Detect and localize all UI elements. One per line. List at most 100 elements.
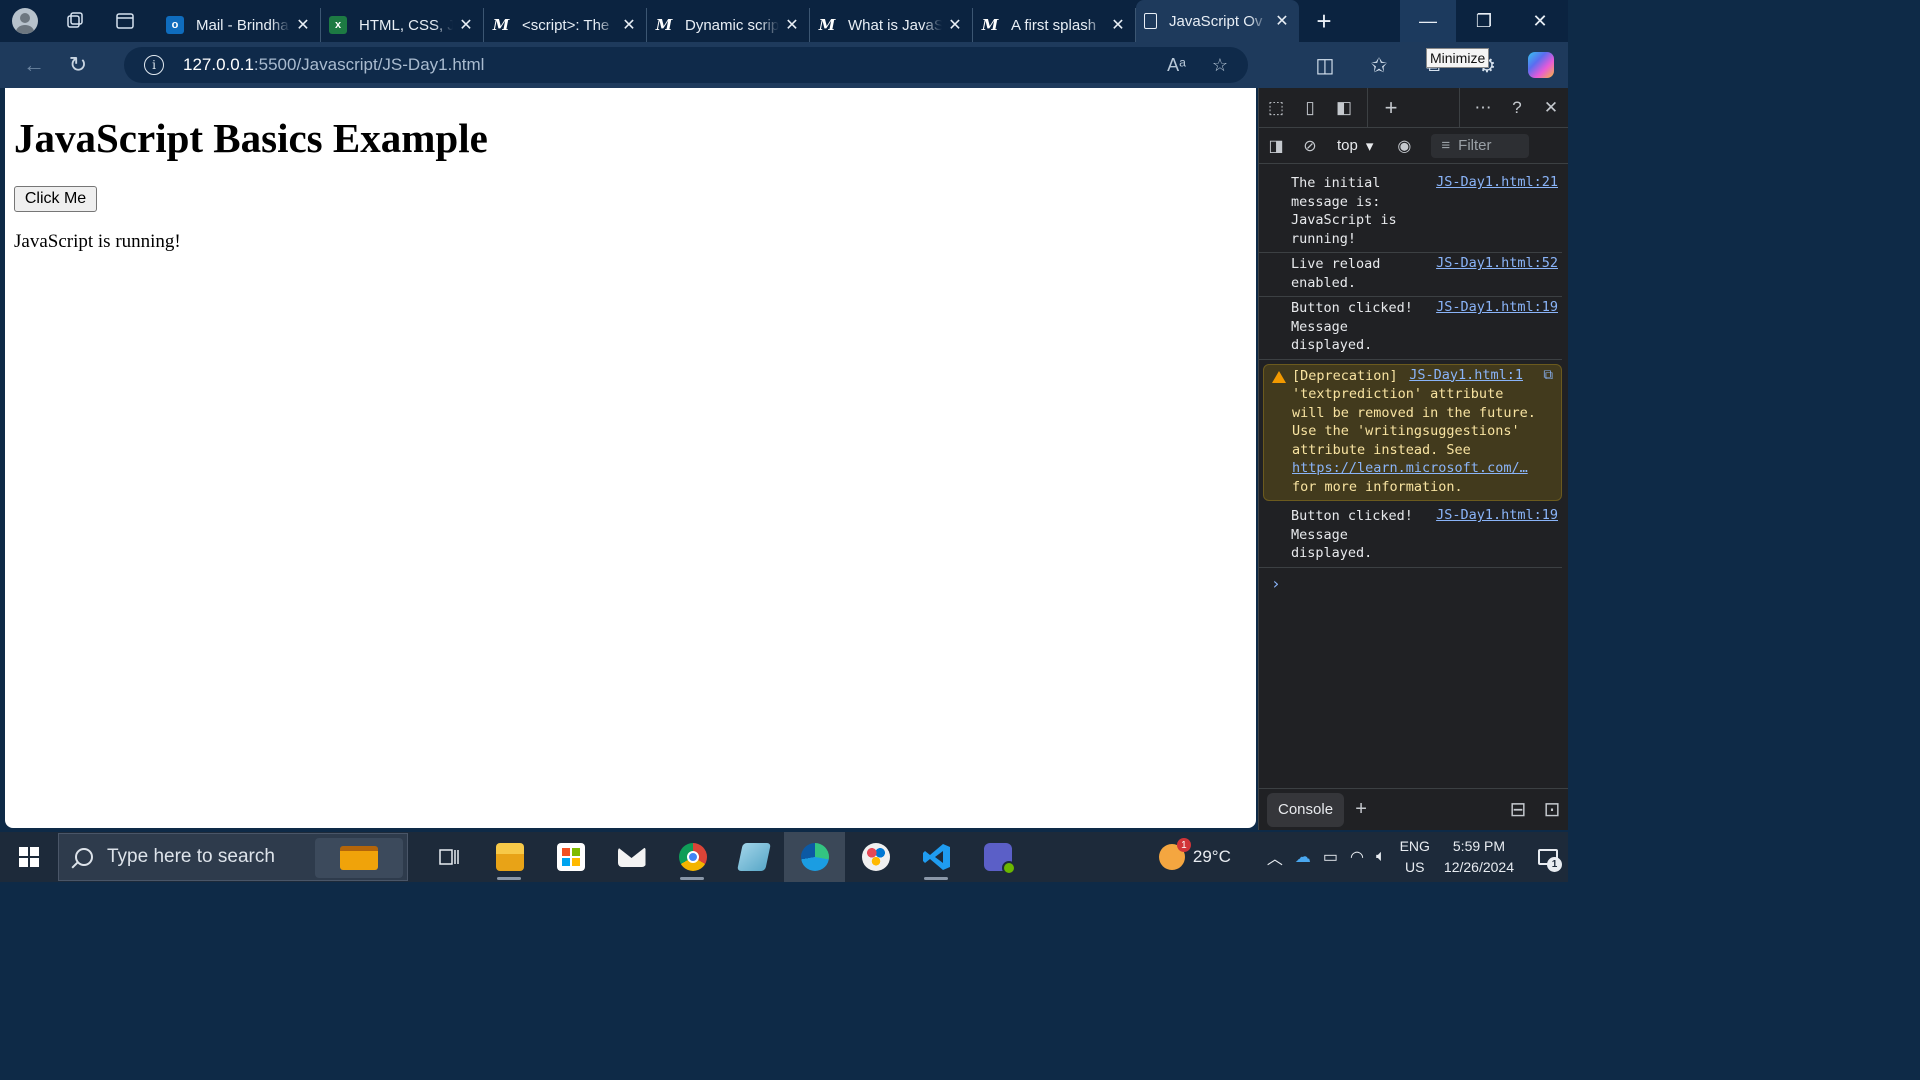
- warning-tail: for more information.: [1292, 478, 1463, 495]
- tab-actions-icon[interactable]: [100, 0, 150, 42]
- tab-mail[interactable]: o Mail - Brindha ✕: [158, 8, 321, 42]
- close-icon[interactable]: ✕: [1109, 15, 1127, 35]
- minimize-tooltip: Minimize: [1426, 48, 1490, 68]
- browser-tab-bar: o Mail - Brindha ✕ x HTML, CSS, Ja ✕ M <…: [0, 0, 1568, 42]
- tab-html-css[interactable]: x HTML, CSS, Ja ✕: [321, 8, 484, 42]
- address-toolbar: ← ↻ i 127.0.0.1:5500/Javascript/JS-Day1.…: [0, 42, 1568, 88]
- mail-icon[interactable]: [601, 832, 662, 882]
- click-me-button[interactable]: Click Me: [14, 186, 97, 212]
- clock[interactable]: 5:59 PM 12/26/2024: [1444, 836, 1514, 878]
- url-host: 127.0.0.1: [183, 55, 254, 74]
- copilot-icon[interactable]: [1514, 42, 1568, 88]
- log-source-link[interactable]: JS-Day1.html:1: [1401, 366, 1523, 383]
- search-highlight-icon[interactable]: [315, 838, 403, 878]
- url-text: 127.0.0.1:5500/Javascript/JS-Day1.html: [183, 55, 484, 75]
- log-source-link[interactable]: JS-Day1.html:52: [1428, 255, 1558, 271]
- log-source-link[interactable]: JS-Day1.html:21: [1428, 174, 1558, 190]
- new-tab-button[interactable]: +: [1299, 0, 1349, 42]
- window-close-button[interactable]: ✕: [1512, 0, 1568, 42]
- add-drawer-tool-icon[interactable]: +: [1344, 789, 1378, 831]
- log-source-link[interactable]: JS-Day1.html:19: [1428, 299, 1558, 315]
- copilot-explain-icon[interactable]: ⧉: [1543, 367, 1553, 383]
- start-button[interactable]: [0, 832, 58, 882]
- tab-dynamic-scripts[interactable]: M Dynamic scrip ✕: [647, 8, 810, 42]
- close-icon[interactable]: ✕: [783, 15, 801, 35]
- notes-icon[interactable]: [723, 832, 784, 882]
- log-source-link[interactable]: JS-Day1.html:19: [1428, 507, 1558, 523]
- filter-icon: ≡: [1441, 137, 1451, 154]
- more-options-icon[interactable]: ⋯: [1466, 88, 1500, 128]
- tab-title: A first splash: [1011, 16, 1097, 34]
- taskbar-search[interactable]: Type here to search: [58, 833, 408, 881]
- lang-bottom: US: [1405, 859, 1425, 875]
- clear-console-icon[interactable]: ⊘: [1293, 128, 1327, 164]
- dropdown-arrow-icon: ▾: [1365, 137, 1374, 155]
- language-indicator[interactable]: ENG US: [1400, 836, 1430, 878]
- console-filter-bar: ◨ ⊘ top ▾ ◉ ≡ Filter: [1259, 128, 1568, 164]
- microsoft-store-icon[interactable]: [540, 832, 601, 882]
- sidebar-toggle-icon[interactable]: ◨: [1259, 128, 1293, 164]
- tab-title: Dynamic scrip: [685, 16, 779, 34]
- console-prompt-icon[interactable]: ›: [1259, 568, 1568, 593]
- refresh-button[interactable]: ↻: [56, 42, 100, 88]
- tab-title: JavaScript Ov: [1169, 12, 1263, 30]
- volume-icon[interactable]: 🔈︎: [1376, 848, 1386, 866]
- context-selector[interactable]: top ▾: [1337, 137, 1373, 155]
- file-explorer-icon[interactable]: [479, 832, 540, 882]
- warning-link[interactable]: https://learn.microsoft.com/…: [1292, 460, 1528, 476]
- tab-what-is-javascript[interactable]: M What is JavaS ✕: [810, 8, 973, 42]
- close-icon[interactable]: ✕: [1273, 11, 1291, 31]
- task-view-icon[interactable]: [418, 832, 479, 882]
- devtools-toolbar: ⬚ ▯ ◧ + ⋯ ? ✕: [1259, 87, 1568, 128]
- drawer-collapse-icon[interactable]: ⊡: [1535, 789, 1568, 831]
- back-button[interactable]: ←: [12, 42, 56, 88]
- profile-avatar[interactable]: [0, 0, 50, 42]
- tab-title: What is JavaS: [848, 16, 942, 34]
- help-icon[interactable]: ?: [1500, 88, 1534, 128]
- device-emulation-icon[interactable]: ▯: [1293, 88, 1327, 128]
- mdn-icon: M: [818, 16, 836, 34]
- notification-center-icon[interactable]: 1: [1528, 832, 1568, 882]
- close-icon[interactable]: ✕: [946, 15, 964, 35]
- restore-button[interactable]: ❐: [1456, 0, 1512, 42]
- search-icon: [75, 848, 93, 866]
- url-path: :5500/Javascript/JS-Day1.html: [253, 55, 485, 74]
- tab-javascript-overview[interactable]: JavaScript Ov ✕: [1136, 0, 1299, 42]
- close-devtools-icon[interactable]: ✕: [1534, 88, 1568, 128]
- paint-icon[interactable]: [845, 832, 906, 882]
- vscode-icon[interactable]: [906, 832, 967, 882]
- console-log-entry: The initial message is: JavaScript is ru…: [1259, 172, 1562, 253]
- dock-side-icon[interactable]: ◧: [1327, 88, 1361, 128]
- wifi-icon[interactable]: ◠: [1350, 847, 1364, 867]
- close-icon[interactable]: ✕: [294, 15, 312, 35]
- read-aloud-icon[interactable]: A͏ᵃ: [1167, 55, 1186, 76]
- inspect-element-icon[interactable]: ⬚: [1259, 88, 1293, 128]
- console-drawer-tab[interactable]: Console: [1267, 792, 1345, 827]
- onedrive-icon[interactable]: ☁: [1295, 847, 1311, 867]
- live-expression-icon[interactable]: ◉: [1387, 128, 1421, 164]
- address-bar[interactable]: i 127.0.0.1:5500/Javascript/JS-Day1.html…: [124, 47, 1248, 83]
- edge-icon[interactable]: [784, 832, 845, 882]
- split-screen-icon[interactable]: ◫: [1298, 42, 1352, 88]
- chevron-up-icon[interactable]: ︿: [1267, 845, 1283, 869]
- tab-script[interactable]: M <script>: The ✕: [484, 8, 647, 42]
- close-icon[interactable]: ✕: [457, 15, 475, 35]
- tab-first-splash[interactable]: M A first splash ✕: [973, 8, 1136, 42]
- filter-input[interactable]: ≡ Filter: [1431, 133, 1530, 158]
- close-icon[interactable]: ✕: [620, 15, 638, 35]
- favorites-icon[interactable]: ✩: [1352, 42, 1406, 88]
- minimize-button[interactable]: —: [1400, 0, 1456, 42]
- favorite-star-icon[interactable]: ☆: [1212, 55, 1228, 76]
- drawer-dock-icon[interactable]: ⊟: [1501, 789, 1535, 831]
- add-tool-icon[interactable]: +: [1374, 88, 1408, 128]
- teams-icon[interactable]: [967, 832, 1028, 882]
- weather-widget[interactable]: 1 29°C: [1158, 838, 1231, 870]
- log-text: Button clicked! Message displayed.: [1291, 300, 1413, 353]
- battery-icon[interactable]: ▭: [1323, 847, 1338, 867]
- status-message: JavaScript is running!: [14, 231, 181, 252]
- chrome-icon[interactable]: [662, 832, 723, 882]
- devtools-drawer: Console + ⊟ ⊡: [1259, 788, 1568, 830]
- site-info-icon[interactable]: i: [144, 55, 164, 75]
- clock-time: 5:59 PM: [1452, 838, 1506, 854]
- workspaces-icon[interactable]: [50, 0, 100, 42]
